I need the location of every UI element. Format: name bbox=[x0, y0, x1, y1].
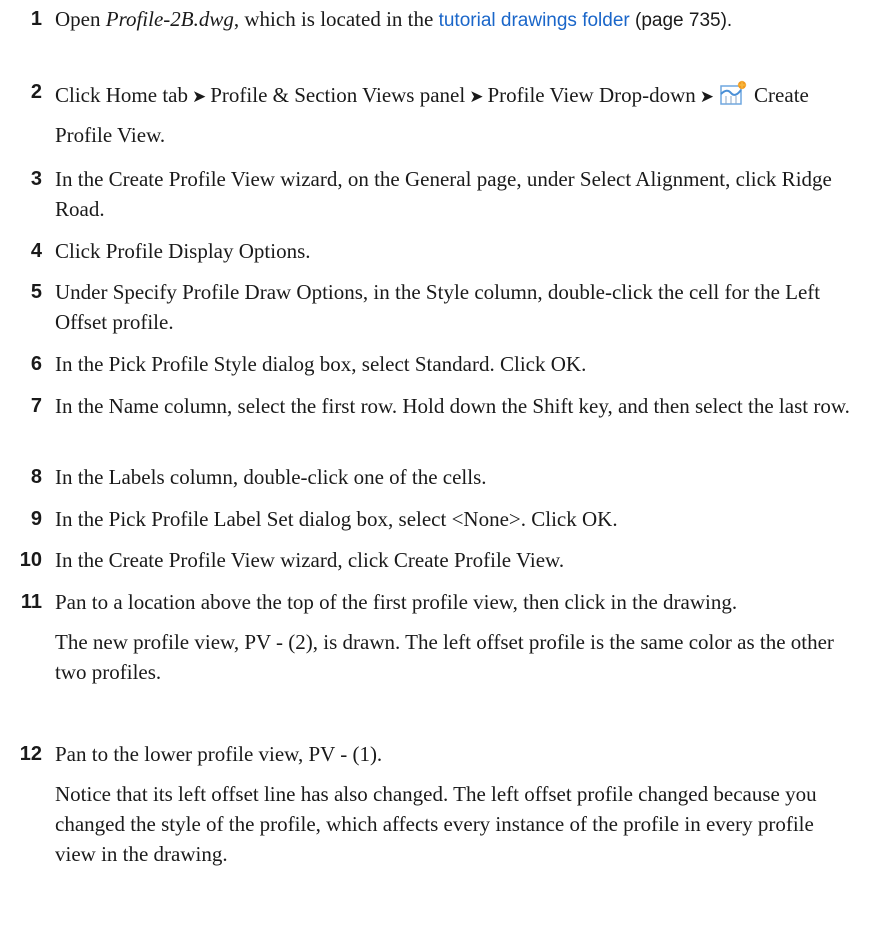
step-number: 6 bbox=[30, 353, 42, 375]
step-text: In the Create Profile View wizard, on th… bbox=[55, 167, 832, 221]
step-text: Pan to a location above the top of the f… bbox=[55, 587, 855, 687]
path-panel: Profile & Section Views panel bbox=[210, 83, 466, 107]
step-text: In the Pick Profile Style dialog box, se… bbox=[55, 352, 587, 376]
step-text-part: Open bbox=[55, 7, 106, 31]
step-instruction: Pan to a location above the top of the f… bbox=[55, 590, 738, 614]
step-text: Under Specify Profile Draw Options, in t… bbox=[55, 280, 821, 334]
step-text: Click Profile Display Options. bbox=[55, 239, 311, 263]
path-separator: ➤ bbox=[469, 87, 484, 106]
path-dropdown: Profile View Drop-down bbox=[487, 83, 696, 107]
step-text: In the Labels column, double-click one o… bbox=[55, 465, 487, 489]
tutorial-drawings-folder-link[interactable]: tutorial drawings folder bbox=[439, 10, 630, 31]
step-number: 12 bbox=[19, 743, 42, 765]
step-text: Open Profile-2B.dwg, which is located in… bbox=[55, 4, 855, 36]
step-number: 4 bbox=[30, 240, 42, 262]
step-number: 5 bbox=[30, 281, 42, 303]
step-number: 2 bbox=[30, 81, 42, 103]
step-number: 8 bbox=[30, 466, 42, 488]
step-result-note: Notice that its left offset line has als… bbox=[55, 782, 817, 866]
step-number: 11 bbox=[20, 591, 42, 613]
step-text: Click Home tab ➤ Profile & Section Views p… bbox=[55, 77, 855, 153]
step-number: 7 bbox=[30, 395, 42, 417]
step-text: In the Pick Profile Label Set dialog box… bbox=[55, 507, 618, 531]
step-text-part: , which is located in the bbox=[233, 7, 439, 31]
file-name: Profile-2B.dwg bbox=[105, 7, 234, 31]
step-instruction: Pan to the lower profile view, PV - (1). bbox=[55, 742, 383, 766]
path-separator: ➤ bbox=[699, 87, 715, 106]
path-separator: ➤ bbox=[191, 87, 207, 106]
create-profile-view-icon bbox=[718, 80, 748, 117]
path-home-tab: Click Home tab bbox=[55, 83, 188, 107]
step-number: 1 bbox=[30, 8, 42, 30]
step-text: Pan to the lower profile view, PV - (1).… bbox=[55, 739, 855, 869]
step-number: 3 bbox=[30, 168, 42, 190]
page-reference: (page 735). bbox=[629, 10, 733, 31]
step-number: 10 bbox=[19, 549, 42, 571]
step-text: In the Create Profile View wizard, click… bbox=[55, 548, 565, 572]
step-text: In the Name column, select the first row… bbox=[55, 394, 850, 418]
step-result-note: The new profile view, PV - (2), is drawn… bbox=[55, 630, 834, 684]
step-number: 9 bbox=[30, 508, 42, 530]
